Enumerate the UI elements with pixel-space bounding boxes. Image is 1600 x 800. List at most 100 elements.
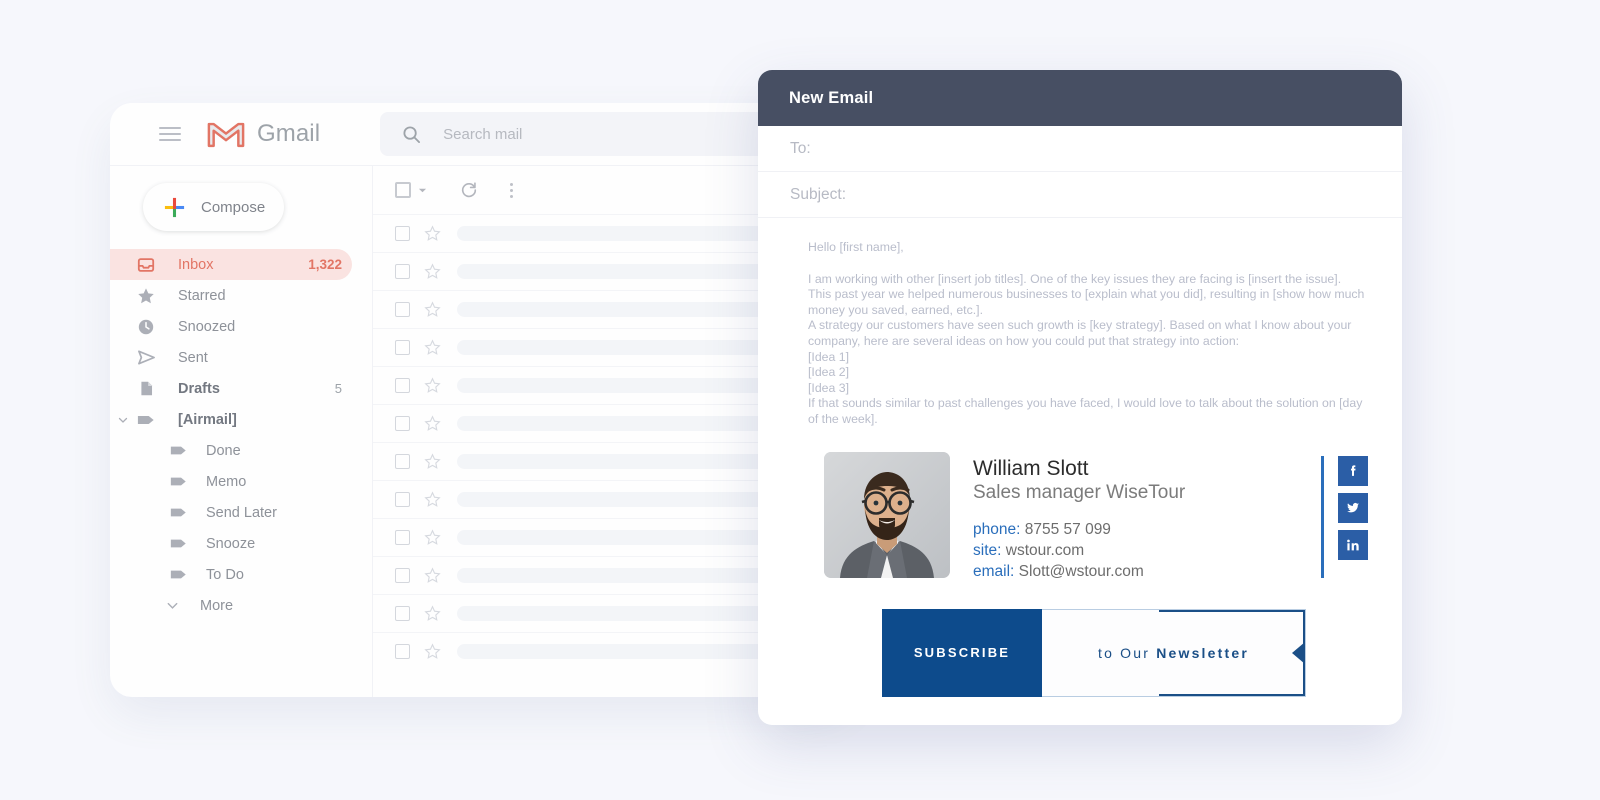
row-checkbox[interactable] <box>395 606 410 621</box>
signature-divider <box>1321 455 1324 578</box>
signature-phone-key: phone: <box>973 520 1021 538</box>
star-icon[interactable] <box>424 643 441 660</box>
label-icon <box>168 565 188 585</box>
sidebar-item-sent[interactable]: Sent <box>110 342 352 373</box>
sidebar-item-label: To Do <box>206 566 244 583</box>
more-vertical-icon[interactable] <box>510 182 513 198</box>
row-checkbox[interactable] <box>395 226 410 241</box>
row-checkbox[interactable] <box>395 416 410 431</box>
sidebar-item-todo[interactable]: To Do <box>110 559 352 590</box>
sidebar-item-snoozed[interactable]: Snoozed <box>110 311 352 342</box>
star-icon[interactable] <box>424 339 441 356</box>
sidebar-item-snooze[interactable]: Snooze <box>110 528 352 559</box>
hamburger-icon[interactable] <box>159 127 181 141</box>
label-icon <box>136 410 156 430</box>
signature-phone-row: phone: 8755 57 099 <box>973 519 1321 540</box>
newsletter-banner-text: to Our Newsletter <box>1042 608 1306 697</box>
row-checkbox[interactable] <box>395 264 410 279</box>
signature-site-value[interactable]: wstour.com <box>1006 542 1084 559</box>
star-icon[interactable] <box>424 529 441 546</box>
compose-button-label: Compose <box>201 198 266 216</box>
compose-email-panel: New Email To: Subject: Hello [first name… <box>758 70 1402 725</box>
caret-down-icon[interactable] <box>117 414 129 426</box>
sidebar-item-label: Drafts <box>178 380 220 397</box>
signature-site-key: site: <box>973 541 1002 559</box>
signature-email-key: email: <box>973 562 1015 580</box>
body-paragraph: I am working with other [insert job titl… <box>808 271 1365 426</box>
signature-name: William Slott <box>973 456 1089 480</box>
compose-header: New Email <box>758 70 1402 126</box>
subscribe-button[interactable]: SUBSCRIBE <box>882 608 1042 697</box>
row-checkbox[interactable] <box>395 378 410 393</box>
signature-text: William Slott Sales manager WiseTour pho… <box>973 452 1321 582</box>
to-field[interactable]: To: <box>758 126 1402 172</box>
chevron-down-icon <box>162 596 182 616</box>
subject-field-label: Subject: <box>790 185 847 203</box>
page-title: New Email <box>789 88 874 107</box>
sidebar-item-label: Inbox <box>178 256 214 273</box>
plus-icon <box>164 197 185 217</box>
gmail-window: Gmail Search mail Compose Inbox 1,322 St… <box>110 103 850 697</box>
sidebar-item-starred[interactable]: Starred <box>110 280 352 311</box>
newsletter-text-row: to Our Newsletter <box>1098 645 1249 661</box>
label-icon <box>168 472 188 492</box>
star-icon[interactable] <box>424 301 441 318</box>
refresh-icon[interactable] <box>460 181 478 199</box>
sidebar-item-drafts[interactable]: Drafts 5 <box>110 373 352 404</box>
row-checkbox[interactable] <box>395 340 410 355</box>
send-icon <box>136 348 156 368</box>
star-icon[interactable] <box>424 415 441 432</box>
row-checkbox[interactable] <box>395 302 410 317</box>
row-checkbox[interactable] <box>395 644 410 659</box>
label-icon <box>168 534 188 554</box>
linkedin-icon[interactable] <box>1338 529 1368 560</box>
sidebar-item-inbox[interactable]: Inbox 1,322 <box>110 249 352 280</box>
sidebar-item-label: Starred <box>178 287 226 304</box>
subject-field[interactable]: Subject: <box>758 172 1402 218</box>
star-icon[interactable] <box>424 377 441 394</box>
star-icon[interactable] <box>424 263 441 280</box>
signature-contact-rows: phone: 8755 57 099 site: wstour.com emai… <box>973 519 1321 582</box>
compose-button[interactable]: Compose <box>143 183 284 231</box>
star-icon[interactable] <box>424 453 441 470</box>
sidebar-item-label: Send Later <box>206 504 277 521</box>
clock-icon <box>136 317 156 337</box>
row-checkbox[interactable] <box>395 492 410 507</box>
twitter-icon[interactable] <box>1338 492 1368 523</box>
sidebar-item-memo[interactable]: Memo <box>110 466 352 497</box>
facebook-icon[interactable] <box>1338 455 1368 486</box>
signature-phone-value: 8755 57 099 <box>1024 520 1111 538</box>
sidebar-item-label: Sent <box>178 349 208 366</box>
label-icon <box>168 503 188 523</box>
label-icon <box>168 441 188 461</box>
sidebar-item-label: [Airmail] <box>178 411 237 428</box>
sidebar-item-airmail[interactable]: [Airmail] <box>110 404 352 435</box>
avatar <box>824 451 950 578</box>
star-icon[interactable] <box>424 567 441 584</box>
row-checkbox[interactable] <box>395 454 410 469</box>
compose-body[interactable]: Hello [first name], I am working with ot… <box>758 218 1402 697</box>
signature-email-row: email: Slott@wstour.com <box>973 561 1321 582</box>
social-links <box>1338 452 1368 560</box>
sidebar-nav: Inbox 1,322 Starred Snoozed Sent Drafts … <box>110 249 372 621</box>
sidebar-item-done[interactable]: Done <box>110 435 352 466</box>
draft-icon <box>136 379 156 399</box>
star-icon[interactable] <box>424 225 441 242</box>
inbox-count: 1,322 <box>308 257 342 272</box>
chevron-down-icon[interactable] <box>418 186 427 195</box>
signature-email-value[interactable]: Slott@wstour.com <box>1019 563 1144 580</box>
select-all-checkbox[interactable] <box>395 182 411 198</box>
star-icon <box>136 286 156 306</box>
inbox-icon <box>136 255 156 275</box>
sidebar-item-send-later[interactable]: Send Later <box>110 497 352 528</box>
row-checkbox[interactable] <box>395 568 410 583</box>
sidebar-item-more[interactable]: More <box>110 590 352 621</box>
banner-arrow-icon <box>1292 641 1305 664</box>
star-icon[interactable] <box>424 605 441 622</box>
search-icon <box>403 125 421 143</box>
row-checkbox[interactable] <box>395 530 410 545</box>
star-icon[interactable] <box>424 491 441 508</box>
newsletter-text-bold: Newsletter <box>1156 644 1249 661</box>
gmail-brand-label: Gmail <box>257 120 321 147</box>
signature-role: Sales manager WiseTour <box>973 481 1186 503</box>
